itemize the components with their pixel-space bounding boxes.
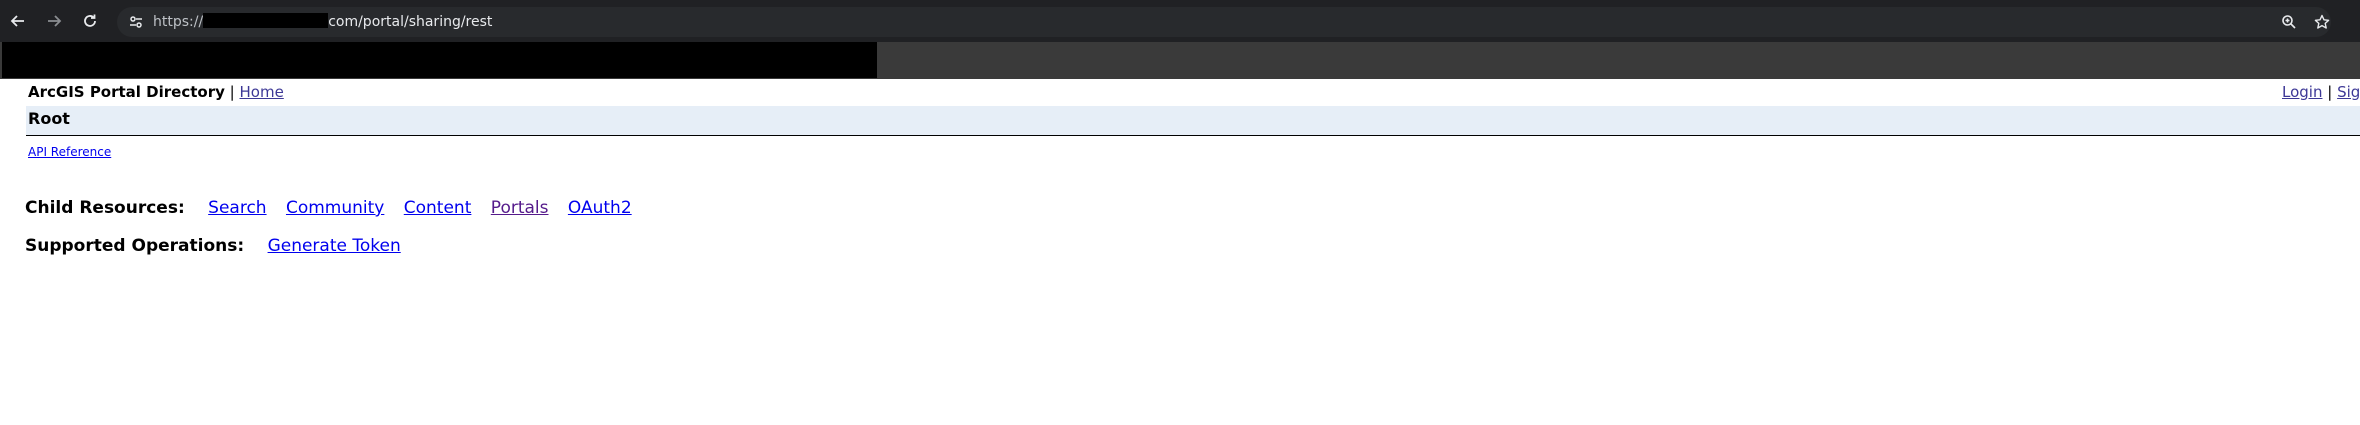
- site-info-button[interactable]: [124, 10, 148, 34]
- auth-separator: |: [2327, 83, 2333, 101]
- supported-operations: Supported Operations: Generate Token: [25, 236, 415, 256]
- reload-button[interactable]: [78, 9, 102, 33]
- star-icon: [2314, 14, 2330, 29]
- url-scheme: https://: [153, 14, 204, 30]
- arrow-right-icon: [48, 15, 62, 27]
- back-button[interactable]: [6, 9, 30, 33]
- login-link[interactable]: Login: [2282, 83, 2322, 101]
- page-title: Root: [28, 109, 70, 128]
- page-header: ArcGIS Portal Directory | Home: [28, 83, 284, 101]
- supported-operations-label: Supported Operations:: [25, 236, 245, 256]
- directory-title: ArcGIS Portal Directory: [28, 83, 225, 101]
- tune-icon: [130, 16, 142, 28]
- child-resources: Child Resources: Search Community Conten…: [25, 198, 646, 218]
- redacted-region: [2, 42, 877, 78]
- zoom-button[interactable]: [2277, 10, 2301, 34]
- resource-link-portals[interactable]: Portals: [491, 198, 549, 218]
- arrow-left-icon: [10, 15, 24, 27]
- resource-link-community[interactable]: Community: [286, 198, 384, 218]
- home-link[interactable]: Home: [240, 83, 284, 101]
- header-separator: |: [229, 83, 235, 101]
- reload-icon: [84, 14, 96, 27]
- resource-link-content[interactable]: Content: [404, 198, 472, 218]
- child-resources-label: Child Resources:: [25, 198, 185, 218]
- title-bar: Root: [26, 106, 2360, 136]
- auth-links: Login | Sig: [2282, 83, 2360, 101]
- resource-link-oauth2[interactable]: OAuth2: [568, 198, 632, 218]
- url-text[interactable]: https:// com/portal/sharing/rest: [153, 13, 492, 31]
- bookmark-button[interactable]: [2310, 10, 2334, 34]
- url-redacted-host: [203, 13, 329, 28]
- url-path: com/portal/sharing/rest: [328, 14, 493, 30]
- zoom-in-icon: [2282, 15, 2296, 29]
- resource-link-search[interactable]: Search: [208, 198, 266, 218]
- api-reference-link[interactable]: API Reference: [28, 145, 111, 159]
- signup-link[interactable]: Sig: [2337, 83, 2360, 101]
- forward-button[interactable]: [42, 9, 66, 33]
- operation-link-generate-token[interactable]: Generate Token: [268, 236, 401, 256]
